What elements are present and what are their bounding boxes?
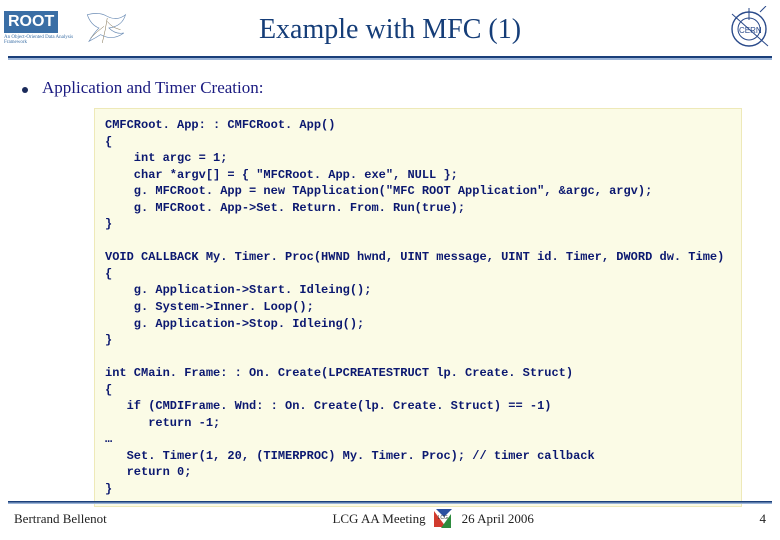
footer-author: Bertrand Bellenot	[14, 511, 107, 527]
slide-header: ROOT An Object-Oriented Data Analysis Fr…	[0, 0, 780, 64]
slide-content: Application and Timer Creation: CMFCRoot…	[0, 64, 780, 507]
bullet-item: Application and Timer Creation:	[22, 78, 758, 98]
cern-logo: CERN	[726, 6, 772, 52]
bullet-text: Application and Timer Creation:	[42, 78, 263, 98]
footer-center: LCG AA Meeting LCG 26 April 2006	[332, 509, 533, 529]
slide-footer: Bertrand Bellenot LCG AA Meeting LCG 26 …	[0, 508, 780, 530]
code-block: CMFCRoot. App: : CMFCRoot. App() { int a…	[94, 108, 742, 507]
lcg-icon: LCG	[434, 509, 454, 529]
page-number: 4	[760, 511, 767, 527]
slide-title: Example with MFC (1)	[0, 14, 780, 46]
footer-date: 26 April 2006	[462, 511, 534, 527]
footer-event: LCG AA Meeting	[332, 511, 425, 527]
bullet-icon	[22, 87, 28, 93]
header-rule	[8, 56, 772, 60]
footer-rule	[8, 501, 772, 504]
cern-logo-text: CERN	[739, 26, 762, 35]
